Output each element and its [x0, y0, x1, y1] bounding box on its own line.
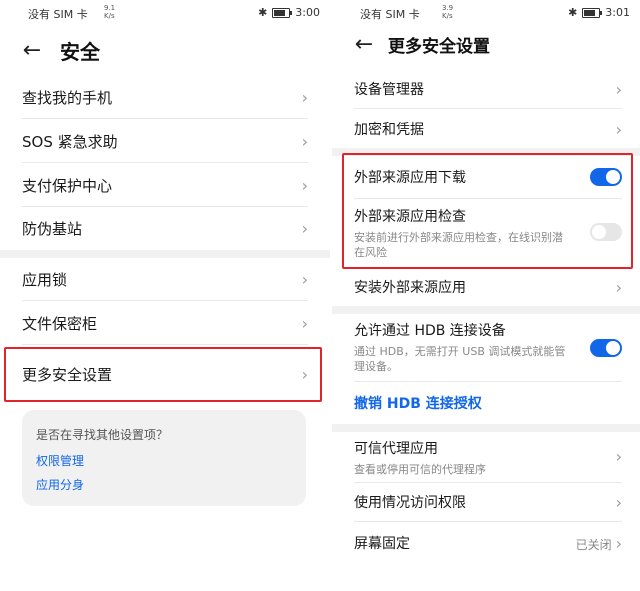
right-screen: 没有 SIM 卡 3.9 K/s ✱ 3:01 ← 更多安全设置 设备管理器 › … — [332, 0, 640, 591]
setting-hdb: 允许通过 HDB 连接设备 通过 HDB，无需打开 USB 调试模式就能管理设备… — [354, 323, 566, 373]
status-right: ✱ 3:00 — [258, 6, 320, 19]
menu-item-encryption[interactable]: 加密和凭据 › — [354, 118, 622, 140]
section-gap — [332, 424, 640, 432]
bluetooth-icon: ✱ — [568, 6, 578, 19]
chevron-right-icon: › — [301, 269, 308, 289]
divider — [354, 108, 622, 109]
hdb-toggle[interactable] — [590, 339, 622, 357]
carrier-text: 没有 SIM 卡 — [28, 8, 88, 21]
status-right: ✱ 3:01 — [568, 6, 630, 19]
link-app-twin[interactable]: 应用分身 — [36, 476, 84, 493]
menu-item-fake-base-station[interactable]: 防伪基站 › — [22, 217, 308, 239]
divider — [22, 162, 308, 163]
highlight-box — [342, 153, 633, 269]
chevron-right-icon: › — [615, 277, 622, 297]
menu-item-app-lock[interactable]: 应用锁 › — [22, 268, 308, 290]
menu-item-usage-access[interactable]: 使用情况访问权限 › — [354, 491, 622, 513]
chevron-right-icon: › — [615, 119, 622, 139]
divider — [22, 344, 308, 345]
menu-item-screen-pinning[interactable]: 屏幕固定 已关闭 › — [354, 532, 622, 554]
clock: 3:01 — [605, 6, 630, 19]
link-permission-manager[interactable]: 权限管理 — [36, 452, 84, 469]
header: ← 更多安全设置 — [352, 32, 640, 57]
status-bar: 没有 SIM 卡 3.9 K/s ✱ 3:01 — [332, 4, 640, 22]
menu-item-trusted-agents[interactable]: 可信代理应用 查看或停用可信的代理程序 — [354, 438, 574, 477]
highlight-box — [4, 347, 322, 402]
back-arrow-icon[interactable]: ← — [20, 38, 44, 63]
revoke-hdb-link[interactable]: 撤销 HDB 连接授权 — [354, 392, 622, 414]
header: ← 安全 — [20, 36, 330, 65]
divider — [354, 521, 622, 522]
battery-icon — [582, 7, 603, 18]
menu-item-file-safe[interactable]: 文件保密柜 › — [22, 312, 308, 334]
screen-pin-status: 已关闭 — [575, 537, 612, 552]
divider — [354, 381, 622, 382]
divider — [22, 206, 308, 207]
section-gap — [332, 306, 640, 314]
menu-item-device-admin[interactable]: 设备管理器 › — [354, 78, 622, 100]
chevron-right-icon: › — [301, 175, 308, 195]
menu-item-sos[interactable]: SOS 紧急求助 › — [22, 130, 308, 152]
battery-icon — [272, 7, 293, 18]
menu-item-find-phone[interactable]: 查找我的手机 › — [22, 86, 308, 108]
chevron-right-icon: › — [615, 79, 622, 99]
chevron-right-icon: › — [301, 218, 308, 238]
page-title: 安全 — [60, 40, 100, 64]
divider — [22, 300, 308, 301]
left-screen: 没有 SIM 卡 9.1 K/s ✱ 3:00 ← 安全 查找我的手机 › SOS… — [0, 0, 330, 591]
chevron-right-icon: › — [301, 87, 308, 107]
net-speed: 9.1 K/s — [104, 4, 116, 20]
carrier-text: 没有 SIM 卡 — [360, 8, 420, 21]
suggestion-question: 是否在寻找其他设置项？ — [36, 428, 169, 442]
chevron-right-icon: › — [615, 447, 622, 466]
chevron-right-icon: › — [301, 313, 308, 333]
page-title: 更多安全设置 — [388, 37, 490, 57]
net-speed: 3.9 K/s — [442, 4, 454, 20]
suggestion-card: 是否在寻找其他设置项？ 权限管理 应用分身 — [22, 410, 306, 506]
divider — [354, 482, 622, 483]
clock: 3:00 — [295, 6, 320, 19]
menu-item-payment-protection[interactable]: 支付保护中心 › — [22, 174, 308, 196]
section-gap — [0, 250, 330, 258]
chevron-right-icon: › — [301, 131, 308, 151]
bluetooth-icon: ✱ — [258, 6, 268, 19]
status-bar: 没有 SIM 卡 9.1 K/s ✱ 3:00 — [0, 4, 330, 22]
chevron-right-icon: › — [615, 492, 622, 512]
back-arrow-icon[interactable]: ← — [352, 32, 376, 57]
menu-item-install-external[interactable]: 安装外部来源应用 › — [354, 276, 622, 298]
chevron-right-icon: › — [615, 533, 622, 553]
divider — [22, 118, 308, 119]
